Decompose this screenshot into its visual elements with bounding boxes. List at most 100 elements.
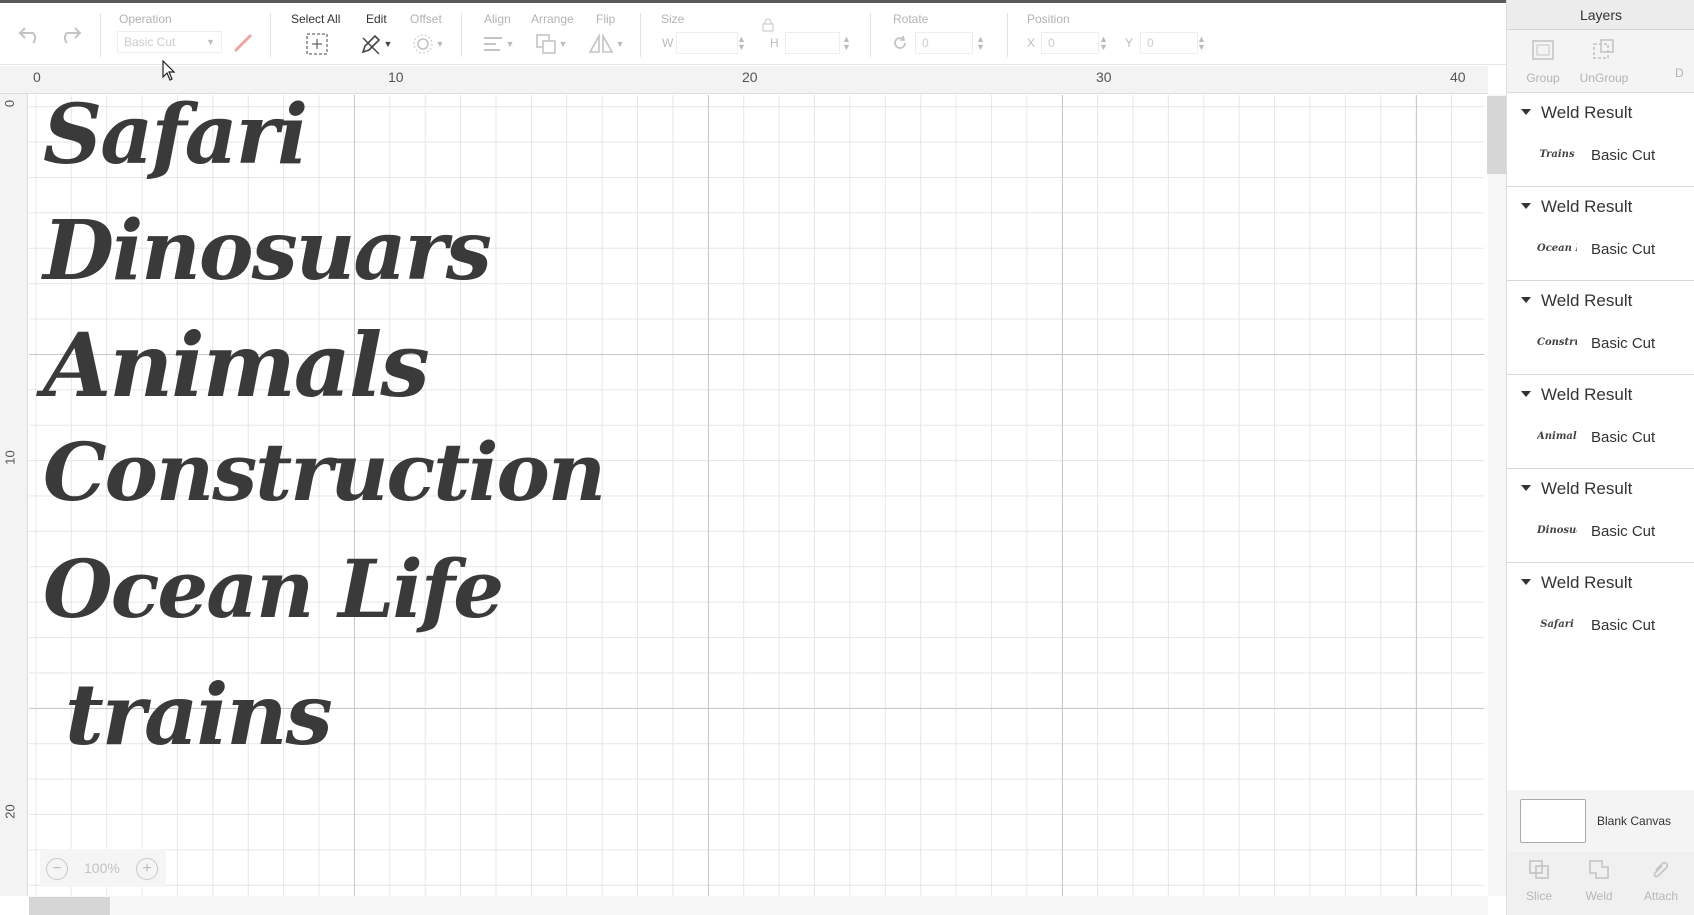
ruler-left-label: 20 — [2, 804, 18, 819]
operation-select[interactable]: Basic Cut ▼ — [117, 31, 222, 53]
blank-canvas-layer[interactable]: Blank Canvas — [1507, 790, 1694, 852]
group-label: Group — [1526, 71, 1560, 85]
x-position-value: 0 — [1048, 36, 1055, 50]
rotate-value: 0 — [922, 36, 929, 50]
weld-icon — [1589, 860, 1609, 879]
layer-group-title: Weld Result — [1541, 385, 1633, 404]
ungroup-button[interactable]: UnGroup — [1574, 38, 1634, 85]
canvas-text-ocean-life[interactable]: Ocean Life — [43, 542, 504, 636]
layer-operation: Basic Cut — [1591, 335, 1656, 352]
height-stepper[interactable]: ▲ ▼ — [842, 35, 851, 52]
layer-thumbnail: Ocean Life — [1537, 243, 1577, 254]
horizontal-scrollbar[interactable] — [29, 896, 1488, 915]
attach-button[interactable]: Attach — [1633, 858, 1689, 903]
caret-down-icon[interactable] — [1521, 203, 1531, 209]
canvas-text-trains[interactable]: trains — [65, 665, 333, 764]
width-input[interactable] — [676, 32, 738, 54]
operation-label: Operation — [119, 12, 172, 26]
toolbar: Operation Basic Cut ▼ Select All Edit ▼ … — [0, 3, 1506, 65]
layer-operation: Basic Cut — [1591, 241, 1656, 258]
layer-group[interactable]: Weld Result Dinosuars Basic Cut — [1507, 469, 1694, 563]
slice-button[interactable]: Slice — [1511, 858, 1567, 903]
canvas-text-animals[interactable]: Animals — [43, 313, 430, 417]
linetype-color-swatch[interactable] — [230, 31, 256, 55]
ungroup-label: UnGroup — [1579, 71, 1629, 85]
duplicate-label: D — [1675, 66, 1684, 80]
layer-thumbnail: Trains — [1539, 149, 1575, 160]
height-input[interactable] — [785, 32, 840, 54]
width-stepper[interactable]: ▲ ▼ — [737, 35, 746, 52]
layer-group-title: Weld Result — [1541, 103, 1633, 122]
y-position-value: 0 — [1147, 36, 1154, 50]
zoom-control: − 100% + — [40, 849, 166, 887]
ruler-top-label: 10 — [388, 69, 404, 85]
redo-icon[interactable] — [56, 21, 84, 47]
layer-group[interactable]: Weld Result Animals Basic Cut — [1507, 375, 1694, 469]
rotate-stepper[interactable]: ▲ ▼ — [976, 35, 985, 52]
layer-operation: Basic Cut — [1591, 617, 1656, 634]
offset-icon[interactable]: ▼ — [410, 31, 446, 57]
select-all-icon[interactable] — [304, 31, 330, 57]
layer-group-title: Weld Result — [1541, 197, 1633, 216]
weld-label: Weld — [1585, 889, 1613, 903]
width-label: W — [662, 36, 674, 50]
position-label: Position — [1027, 12, 1070, 26]
canvas-text-construction[interactable]: Construction — [43, 425, 606, 519]
design-canvas[interactable]: Safari Dinosuars Animals Construction Oc… — [29, 95, 1484, 896]
minus-icon: − — [52, 860, 62, 877]
layer-group[interactable]: Weld Result Construction Basic Cut — [1507, 281, 1694, 375]
caret-down-icon[interactable] — [1521, 109, 1531, 115]
edit-label: Edit — [366, 12, 387, 26]
group-icon — [1532, 40, 1554, 60]
height-label: H — [770, 36, 779, 50]
operation-select-value: Basic Cut — [124, 35, 176, 49]
ruler-top-label: 20 — [742, 69, 758, 85]
layers-actions: Group UnGroup D — [1507, 30, 1694, 93]
layer-group[interactable]: Weld Result Trains Basic Cut — [1507, 93, 1694, 187]
lock-icon[interactable] — [760, 17, 776, 33]
blank-canvas-swatch[interactable] — [1520, 799, 1586, 843]
edit-icon[interactable]: ▼ — [358, 31, 394, 57]
x-position-stepper[interactable]: ▲ ▼ — [1099, 35, 1108, 52]
arrange-icon[interactable]: ▼ — [533, 31, 569, 57]
layers-panel-title: Layers — [1507, 0, 1694, 30]
caret-down-icon[interactable] — [1521, 485, 1531, 491]
y-position-stepper[interactable]: ▲ ▼ — [1197, 35, 1206, 52]
flip-icon[interactable]: ▼ — [586, 31, 626, 57]
layer-group[interactable]: Weld Result Safari Basic Cut — [1507, 563, 1694, 657]
layers-panel: Layers Group UnGroup D Weld Result Train… — [1506, 0, 1694, 915]
zoom-out-button[interactable]: − — [46, 858, 68, 880]
caret-down-icon[interactable] — [1521, 579, 1531, 585]
undo-icon[interactable] — [16, 21, 44, 47]
zoom-in-button[interactable]: + — [136, 858, 158, 880]
caret-down-icon[interactable] — [1521, 391, 1531, 397]
weld-button[interactable]: Weld — [1571, 858, 1627, 903]
align-icon[interactable]: ▼ — [480, 31, 516, 57]
layer-group[interactable]: Weld Result Ocean Life Basic Cut — [1507, 187, 1694, 281]
group-button[interactable]: Group — [1513, 38, 1573, 85]
y-position-input[interactable]: 0 — [1140, 32, 1198, 54]
flip-label: Flip — [596, 12, 616, 26]
rotate-icon[interactable] — [889, 33, 911, 53]
x-position-input[interactable]: 0 — [1041, 32, 1099, 54]
ruler-top-label: 30 — [1096, 69, 1112, 85]
layer-bottom-actions: Slice Weld Attach — [1507, 852, 1694, 915]
ruler-vertical: 0 10 20 — [0, 94, 28, 896]
horizontal-scrollbar-thumb[interactable] — [29, 897, 110, 915]
ruler-top-label: 0 — [33, 69, 41, 85]
layer-thumbnail: Dinosuars — [1537, 525, 1577, 536]
rotate-input[interactable]: 0 — [915, 32, 973, 54]
ungroup-icon — [1593, 39, 1614, 59]
layer-operation: Basic Cut — [1591, 147, 1656, 164]
caret-down-icon[interactable] — [1521, 297, 1531, 303]
blank-canvas-label: Blank Canvas — [1597, 814, 1672, 828]
select-all-label: Select All — [291, 12, 341, 26]
layer-operation: Basic Cut — [1591, 523, 1656, 540]
canvas-text-safari[interactable]: Safari — [43, 95, 308, 183]
vertical-scrollbar[interactable] — [1488, 94, 1506, 896]
canvas-text-dinosuars[interactable]: Dinosuars — [43, 203, 492, 299]
ruler-left-label: 0 — [2, 99, 18, 108]
vertical-scrollbar-thumb[interactable] — [1487, 96, 1506, 174]
duplicate-button[interactable]: D — [1667, 38, 1694, 80]
size-label: Size — [661, 12, 685, 26]
